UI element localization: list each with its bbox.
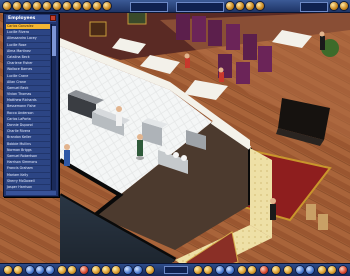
waiter-icon[interactable] [26,266,34,274]
settings-icon[interactable] [306,266,314,274]
finance-icon[interactable] [83,2,91,10]
rating-icon [226,2,234,10]
guest-icon[interactable] [53,2,61,10]
scroll-thumb[interactable] [52,26,56,56]
camera-icon[interactable] [103,2,111,10]
top-toolbar [0,0,350,13]
kitchen-icon[interactable] [124,266,132,274]
grid-icon[interactable] [248,266,256,274]
zoom-readout [164,266,188,274]
clock-display [300,2,328,12]
table-icon[interactable] [92,266,100,274]
fire-icon[interactable] [14,266,22,274]
bottom-toolbar [0,263,350,276]
date-display [176,2,224,12]
sound-icon[interactable] [328,266,336,274]
save-icon[interactable] [272,266,280,274]
build-icon[interactable] [73,2,81,10]
alert-icon[interactable] [80,266,88,274]
guest-character[interactable] [218,67,225,83]
zoom-out-icon[interactable] [226,266,234,274]
musician-icon[interactable] [68,266,76,274]
zoom-in-icon[interactable] [216,266,224,274]
panel-title: Employees [6,15,56,22]
waiter-character[interactable] [270,198,276,220]
help-icon[interactable] [296,266,304,274]
menu-icon[interactable] [3,2,11,10]
staff-panel: Employees Carlos Gonzalez Lucille Rivera A… [3,13,59,197]
close-icon[interactable] [50,15,56,21]
staff-list[interactable]: Carlos Gonzalez Lucille Rivera Allessandro… [6,24,50,190]
panel-footer [6,191,56,195]
options-icon[interactable] [330,2,338,10]
staff-icon[interactable] [43,2,51,10]
close-icon[interactable] [340,2,348,10]
rotate-left-icon[interactable] [194,266,202,274]
stats-icon[interactable] [63,2,71,10]
cleaner-icon[interactable] [46,266,54,274]
rotate-right-icon[interactable] [204,266,212,274]
decor-icon[interactable] [112,266,120,274]
quit-icon[interactable] [339,266,347,274]
hire-icon[interactable] [4,266,12,274]
music-icon[interactable] [318,266,326,274]
cook-icon[interactable] [36,266,44,274]
wall-painting [89,21,107,37]
wallpaper-wall [250,148,272,238]
rating-icon [236,2,244,10]
waiter-character[interactable] [319,31,326,51]
demolish-icon[interactable] [260,266,268,274]
cook-character[interactable] [116,106,122,126]
staff-row[interactable]: Jasper Harrison [6,185,50,190]
rating-icon [246,2,254,10]
scrollbar[interactable] [51,24,56,190]
wall-icon[interactable] [134,266,142,274]
walls-toggle-icon[interactable] [238,266,246,274]
chair-icon[interactable] [102,266,110,274]
speed-icon[interactable] [13,2,21,10]
floor-icon[interactable] [146,266,154,274]
guest-character[interactable] [64,144,70,166]
guest-character[interactable] [184,53,191,69]
menu-book-icon[interactable] [93,2,101,10]
pause-icon[interactable] [23,2,31,10]
load-icon[interactable] [284,266,292,274]
rating-icon [256,2,264,10]
money-display [130,2,168,12]
bartender-icon[interactable] [58,266,66,274]
info-icon[interactable] [33,2,41,10]
